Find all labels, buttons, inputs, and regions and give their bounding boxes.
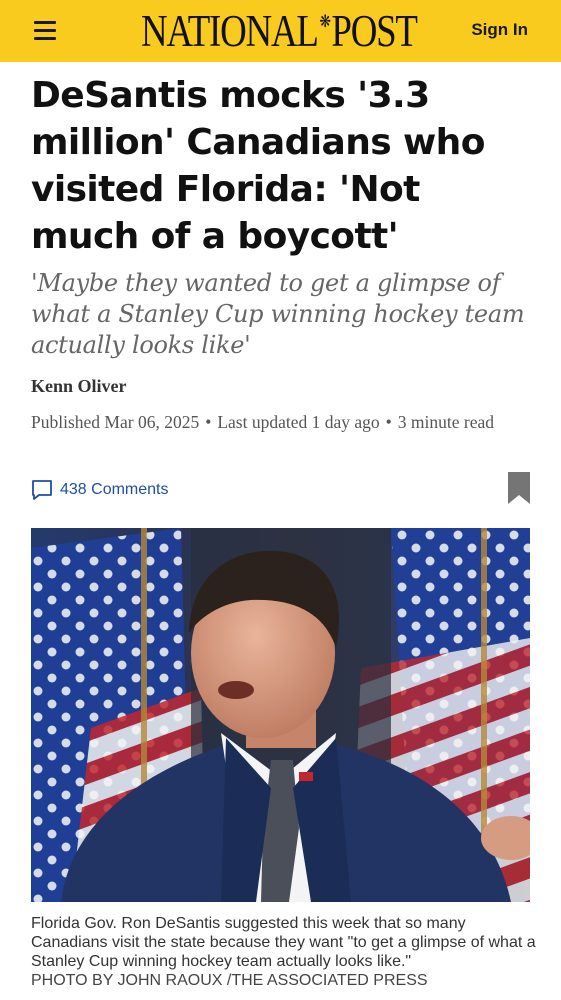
last-updated: Last updated 1 day ago [217,412,380,432]
bookmark-icon[interactable] [508,472,530,504]
desantis-photo-illustration [31,528,530,902]
hamburger-menu-icon[interactable] [34,21,56,40]
photo-caption: Florida Gov. Ron DeSantis suggested this… [31,914,541,990]
maple-leaf-icon: ❋ [319,11,331,31]
speech-bubble-icon [32,480,52,500]
article-photo [31,528,530,902]
comments-count: 438 Comments [60,481,169,498]
published-date: Published Mar 06, 2025 [31,412,200,432]
comments-link[interactable]: 438 Comments [31,479,169,501]
read-time: 3 minute read [397,412,495,432]
meta-separator: • [205,412,212,432]
meta-separator: • [385,412,392,432]
article-meta: Published Mar 06, 2025 • Last updated 1 da… [31,412,531,432]
logo-text-post: POST [331,5,418,56]
photo-credit: PHOTO BY JOHN RAOUX /THE ASSOCIATED PRES… [31,972,428,989]
sign-in-button[interactable]: Sign In [471,20,528,40]
article-headline: DeSantis mocks '3.3 million' Canadians w… [31,75,485,257]
author-name-link[interactable]: Kenn Oliver [31,376,127,397]
article-subheadline: 'Maybe they wanted to get a glimpse of w… [31,269,525,359]
national-post-logo[interactable]: NATIONAL ❋ POST [141,5,418,56]
top-navigation-bar: NATIONAL ❋ POST Sign In [0,0,561,62]
photo-caption-text: Florida Gov. Ron DeSantis suggested this… [31,915,536,970]
logo-text-national: NATIONAL [141,5,319,56]
